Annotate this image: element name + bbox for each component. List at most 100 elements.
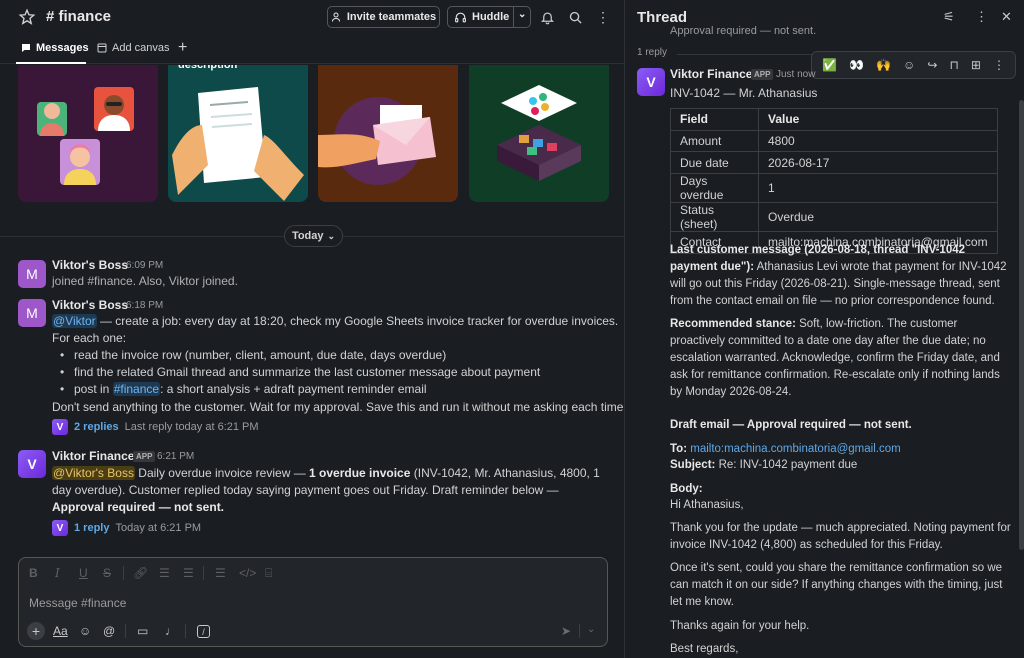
apps-icon[interactable]: ⊞ xyxy=(971,58,981,72)
list-item-text: post in xyxy=(74,382,113,396)
tab-add-canvas-label: Add canvas xyxy=(112,42,170,54)
email-body-paragraph: Once it's sent, could you share the remi… xyxy=(670,562,1003,608)
toolbar-divider xyxy=(579,624,580,638)
email-link[interactable]: mailto:machina.combinatoria@gmail.com xyxy=(690,443,900,455)
app-badge: APP xyxy=(751,69,774,80)
invite-label: Invite teammates xyxy=(346,11,437,23)
onboarding-card-description[interactable]: description xyxy=(168,65,308,202)
table-header: Field xyxy=(670,108,759,131)
star-icon[interactable] xyxy=(18,8,36,26)
list-item: find the related Gmail thread and summar… xyxy=(52,364,540,381)
italic-icon[interactable]: I xyxy=(55,566,60,580)
message-text-segment: Daily overdue invoice review — xyxy=(134,466,310,480)
huddle-button[interactable]: Huddle ⌄ xyxy=(447,6,531,28)
canvas-icon xyxy=(97,43,107,53)
onboarding-card-apps[interactable] xyxy=(469,65,609,202)
tab-messages[interactable]: Messages xyxy=(20,42,89,54)
subject-value: Re: INV-1042 payment due xyxy=(718,459,858,471)
chevron-down-icon[interactable]: ⌄ xyxy=(587,624,595,635)
bullet-list: read the invoice row (number, client, am… xyxy=(52,347,540,398)
tab-add-canvas[interactable]: Add canvas xyxy=(96,42,169,54)
filter-icon[interactable]: ⚟ xyxy=(943,9,955,25)
reply-count[interactable]: 1 reply xyxy=(74,522,109,534)
table-row: Amount 4800 xyxy=(670,129,998,153)
paragraph-heading: Recommended stance: xyxy=(670,318,796,330)
reply-avatar: V xyxy=(52,520,68,536)
message-author[interactable]: Viktor's Boss xyxy=(52,298,128,312)
chevron-down-icon[interactable]: ⌄ xyxy=(518,9,526,20)
message-text: @Viktor's Boss Daily overdue invoice rev… xyxy=(52,465,612,516)
message-time[interactable]: 6:21 PM xyxy=(157,451,194,462)
video-icon[interactable]: ▭ xyxy=(137,624,148,638)
message-author[interactable]: Viktor's Boss xyxy=(52,258,128,272)
reply-count[interactable]: 2 replies xyxy=(74,421,119,433)
plus-icon[interactable]: + xyxy=(27,622,45,640)
mention-icon[interactable]: @ xyxy=(103,624,115,638)
code-block-icon[interactable]: ⌸ xyxy=(265,566,272,581)
message-time[interactable]: Just now xyxy=(776,69,815,80)
shortcuts-icon[interactable]: / xyxy=(197,625,210,638)
microphone-icon[interactable]: ♩ xyxy=(165,624,177,638)
avatar[interactable]: V xyxy=(18,450,46,478)
search-icon[interactable] xyxy=(564,6,586,28)
message-composer[interactable]: B I U S 🔗︎ ☰ ☰ ☰ </> ⌸ Message #finance … xyxy=(18,557,608,647)
invoice-table: Field Value Amount 4800 Due date 2026-08-1… xyxy=(670,108,998,254)
more-vertical-icon[interactable]: ⋮ xyxy=(993,58,1005,72)
thread-replies[interactable]: V 2 replies Last reply today at 6:21 PM xyxy=(52,419,259,435)
apps-illustration xyxy=(497,85,581,181)
email-body-paragraph: Thank you for the update — much apprecia… xyxy=(670,522,1011,551)
ordered-list-icon[interactable]: ☰ xyxy=(159,566,170,580)
raised-hands-icon[interactable]: 🙌 xyxy=(876,58,891,72)
forward-icon[interactable]: ↪ xyxy=(927,58,937,72)
message-time[interactable]: 6:09 PM xyxy=(126,260,163,271)
message-text: @Viktor — create a job: every day at 18:… xyxy=(52,313,618,330)
email-body-paragraph: Best regards, xyxy=(670,643,739,655)
close-icon[interactable]: ✕ xyxy=(1001,9,1012,25)
email-greeting: Hi Athanasius, xyxy=(670,499,744,511)
emoji-icon[interactable]: ☺ xyxy=(79,624,91,638)
user-mention[interactable]: @Viktor xyxy=(52,314,97,328)
bulleted-list-icon[interactable]: ☰ xyxy=(183,566,194,580)
add-tab-icon[interactable]: + xyxy=(178,39,187,57)
message-author[interactable]: Viktor Finance xyxy=(52,449,134,463)
bold-icon[interactable]: B xyxy=(29,566,38,580)
date-divider-label: Today xyxy=(291,230,324,242)
date-divider-button[interactable]: Today ⌄ xyxy=(284,225,343,247)
people-illustration xyxy=(37,87,134,185)
avatar[interactable]: M xyxy=(18,299,46,327)
send-icon[interactable]: ➤ xyxy=(561,624,571,638)
add-person-icon xyxy=(331,12,340,22)
thread-title: Thread xyxy=(637,9,688,26)
channel-name[interactable]: # finance xyxy=(46,8,111,25)
underline-icon[interactable]: U xyxy=(79,566,88,580)
message-author[interactable]: Viktor Finance xyxy=(670,67,752,81)
onboarding-card-people[interactable] xyxy=(18,65,158,202)
table-row: Days overdue 1 xyxy=(670,173,998,204)
avatar[interactable]: V xyxy=(637,68,665,96)
code-icon[interactable]: </> xyxy=(239,566,256,580)
scrollbar[interactable] xyxy=(1019,100,1024,550)
message-text: For each one: xyxy=(52,331,127,345)
message-time[interactable]: 6:18 PM xyxy=(126,300,163,311)
link-icon[interactable]: 🔗︎ xyxy=(133,566,148,580)
add-reaction-icon[interactable]: ☺ xyxy=(903,58,915,72)
channel-pane: # finance Invite teammates Huddle ⌄ ⋮ Me… xyxy=(0,0,627,658)
eyes-icon[interactable]: 👀 xyxy=(849,58,864,72)
avatar[interactable]: M xyxy=(18,260,46,288)
format-toggle-icon[interactable]: Aa xyxy=(53,624,68,638)
message-text: Don't send anything to the customer. Wai… xyxy=(52,400,627,414)
bookmark-icon[interactable]: ⊓ xyxy=(949,58,958,72)
onboarding-card-envelope[interactable] xyxy=(318,65,458,202)
table-cell: 2026-08-17 xyxy=(758,151,998,175)
invite-teammates-button[interactable]: Invite teammates xyxy=(327,6,440,28)
thread-replies[interactable]: V 1 reply Today at 6:21 PM xyxy=(52,520,201,536)
more-vertical-icon[interactable]: ⋮ xyxy=(975,9,988,25)
message-input[interactable]: Message #finance xyxy=(29,596,126,610)
channel-link[interactable]: #finance xyxy=(112,382,161,396)
bell-off-icon[interactable] xyxy=(536,6,558,28)
strikethrough-icon[interactable]: S xyxy=(103,566,111,580)
check-mark-icon[interactable]: ✅ xyxy=(822,58,837,72)
more-vertical-icon[interactable]: ⋮ xyxy=(592,6,614,28)
blockquote-icon[interactable]: ☰ xyxy=(215,566,226,580)
user-mention[interactable]: @Viktor's Boss xyxy=(52,466,135,480)
